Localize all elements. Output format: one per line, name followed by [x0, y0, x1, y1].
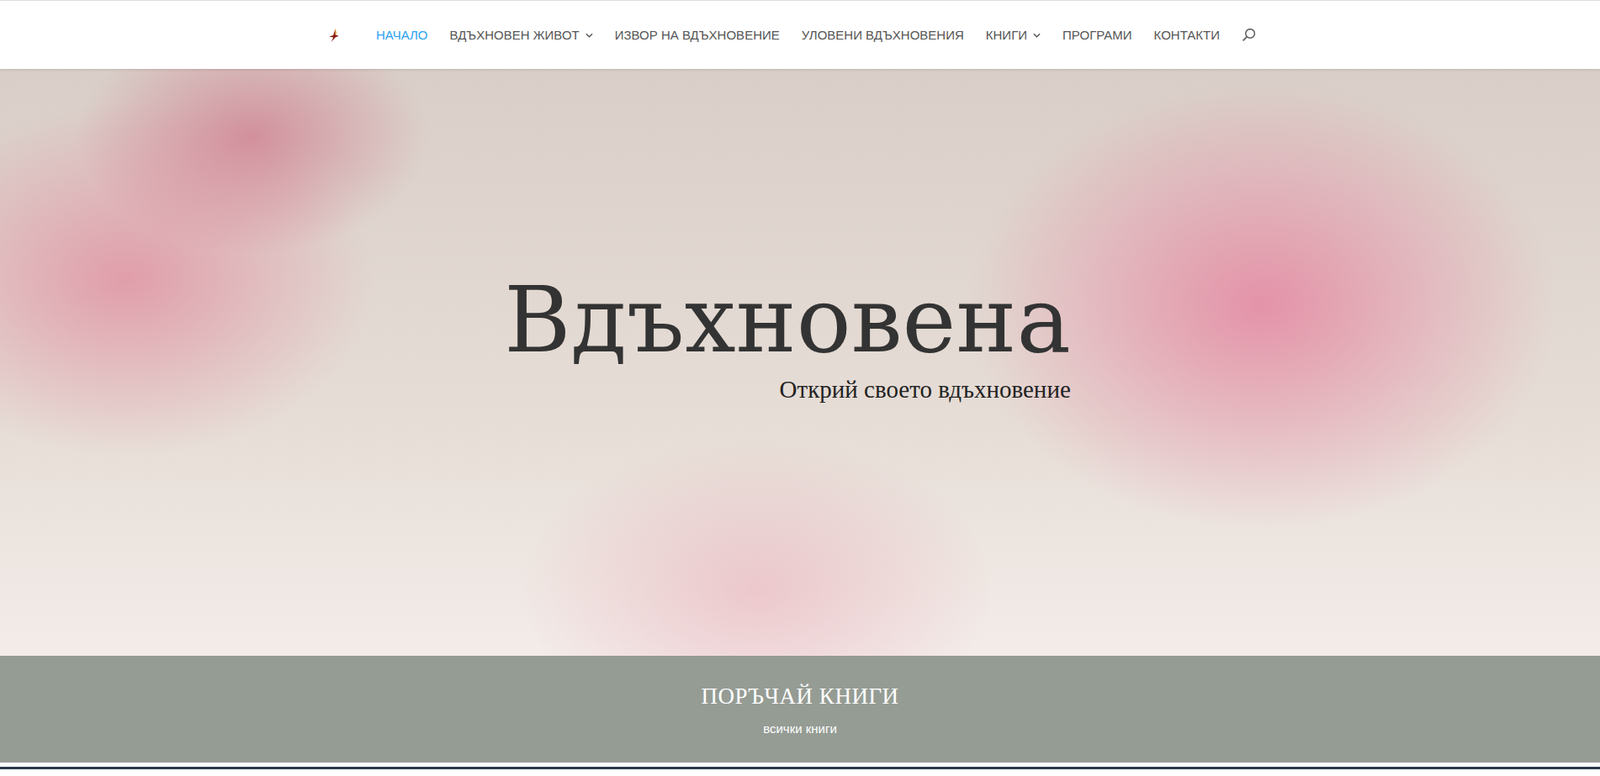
- menu-item[interactable]: КОНТАКТИ: [1154, 27, 1220, 43]
- top-nav: НАЧАЛО ВДЪХНОВЕН ЖИВОТ ИЗВОР НА ВДЪХНОВЕ…: [0, 0, 1600, 69]
- search-icon[interactable]: [1241, 27, 1256, 43]
- menu-item[interactable]: ИЗВОР НА ВДЪХНОВЕНИЕ: [614, 27, 780, 43]
- main-menu: НАЧАЛО ВДЪХНОВЕН ЖИВОТ ИЗВОР НА ВДЪХНОВЕ…: [376, 27, 1256, 43]
- menu-item[interactable]: ВДЪХНОВЕН ЖИВОТ: [450, 27, 594, 43]
- all-books-link[interactable]: всички книги: [762, 721, 838, 737]
- band-title: ПОРЪЧАЙ КНИГИ: [701, 683, 900, 710]
- bird-logo-icon[interactable]: [327, 26, 341, 44]
- chevron-down-icon: [585, 32, 594, 38]
- books-band: ПОРЪЧАЙ КНИГИ всички книги: [0, 656, 1600, 763]
- hero-subtitle: Открий своето вдъхновение: [779, 376, 1071, 404]
- page: НАЧАЛО ВДЪХНОВЕН ЖИВОТ ИЗВОР НА ВДЪХНОВЕ…: [0, 0, 1600, 776]
- footer-strip: [0, 762, 1600, 776]
- menu-item[interactable]: НАЧАЛО: [376, 27, 429, 43]
- chevron-down-icon: [1033, 32, 1041, 38]
- menu-item[interactable]: КНИГИ: [985, 27, 1041, 43]
- hero-title: Вдъхновена: [503, 270, 1071, 371]
- menu-item[interactable]: УЛОВЕНИ ВДЪХНОВЕНИЯ: [801, 27, 965, 43]
- hero-banner: Вдъхновена Открий своето вдъхновение: [0, 68, 1600, 657]
- hero-text: Вдъхновена Открий своето вдъхновение: [503, 270, 1071, 657]
- menu-item[interactable]: ПРОГРАМИ: [1062, 27, 1133, 43]
